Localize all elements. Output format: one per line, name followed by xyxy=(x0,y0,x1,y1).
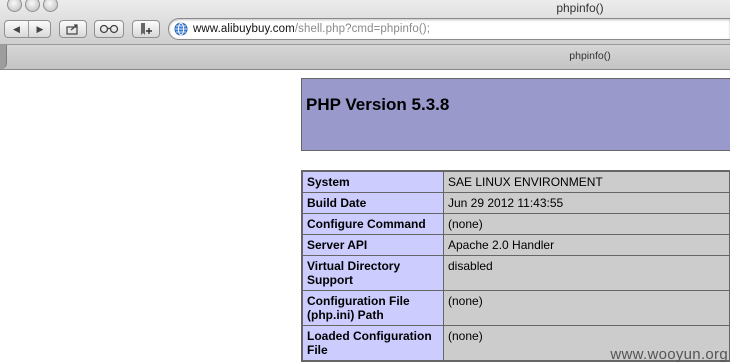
reading-list-button[interactable] xyxy=(94,20,124,38)
row-key: Configuration File (php.ini) Path xyxy=(303,291,443,325)
add-bookmark-icon xyxy=(141,23,152,35)
table-row: Build Date Jun 29 2012 11:43:55 xyxy=(303,193,729,213)
browser-toolbar: phpinfo() ◀ ▶ www.alibuybuy.com/shell.ph… xyxy=(0,0,730,45)
row-key: Loaded Configuration File xyxy=(303,326,443,360)
row-value: (none) xyxy=(444,214,729,234)
add-bookmark-button[interactable] xyxy=(132,20,160,38)
share-icon xyxy=(66,24,78,35)
info-table: System SAE LINUX ENVIRONMENT Build Date … xyxy=(301,170,730,362)
page-content: PHP Version 5.3.8 System SAE LINUX ENVIR… xyxy=(0,70,730,363)
row-key: Server API xyxy=(303,235,443,255)
row-key: System xyxy=(303,172,443,192)
close-window-icon[interactable] xyxy=(7,0,22,12)
row-value: SAE LINUX ENVIRONMENT xyxy=(444,172,729,192)
url-text[interactable]: www.alibuybuy.com/shell.php?cmd=phpinfo(… xyxy=(193,23,430,35)
row-value: disabled xyxy=(444,256,729,290)
back-button[interactable]: ◀ xyxy=(5,21,28,37)
table-row: Virtual Directory Support disabled xyxy=(303,256,729,290)
minimize-window-icon[interactable] xyxy=(25,0,40,12)
address-bar[interactable]: www.alibuybuy.com/shell.php?cmd=phpinfo(… xyxy=(168,18,730,40)
row-key: Virtual Directory Support xyxy=(303,256,443,290)
globe-icon xyxy=(174,22,188,36)
row-value: Jun 29 2012 11:43:55 xyxy=(444,193,729,213)
forward-button[interactable]: ▶ xyxy=(29,21,51,37)
share-button[interactable] xyxy=(59,20,87,38)
row-value: (none) xyxy=(444,291,729,325)
back-forward-group: ◀ ▶ xyxy=(4,20,51,38)
tab-bar: phpinfo() xyxy=(0,45,730,70)
table-row: Configure Command (none) xyxy=(303,214,729,234)
back-icon: ◀ xyxy=(13,23,20,34)
row-key: Configure Command xyxy=(303,214,443,234)
reading-list-icon xyxy=(99,24,119,34)
table-row: Server API Apache 2.0 Handler xyxy=(303,235,729,255)
tab-phpinfo[interactable]: phpinfo() xyxy=(0,45,730,69)
table-row: Configuration File (php.ini) Path (none) xyxy=(303,291,729,325)
row-key: Build Date xyxy=(303,193,443,213)
row-value: Apache 2.0 Handler xyxy=(444,235,729,255)
page-title: PHP Version 5.3.8 xyxy=(306,95,450,114)
table-row: System SAE LINUX ENVIRONMENT xyxy=(303,172,729,192)
url-host: www.alibuybuy.com xyxy=(193,23,295,35)
php-header: PHP Version 5.3.8 xyxy=(301,78,730,151)
zoom-window-icon[interactable] xyxy=(43,0,58,12)
watermark: www.wooyun.org xyxy=(610,346,728,363)
window-title: phpinfo() xyxy=(556,1,604,15)
tab-label: phpinfo() xyxy=(569,50,611,62)
url-path: /shell.php?cmd=phpinfo(); xyxy=(294,23,430,35)
forward-icon: ▶ xyxy=(36,23,44,34)
